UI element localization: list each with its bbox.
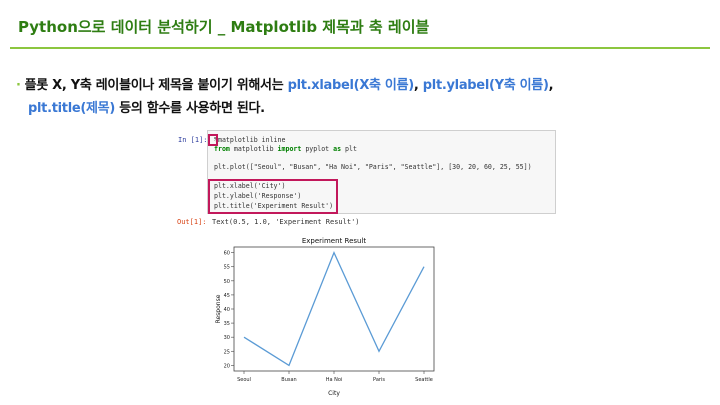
y-axis-label: Response (215, 294, 222, 323)
output-text: Text(0.5, 1.0, 'Experiment Result') (212, 218, 360, 226)
slide-title: Python으로 데이터 분석하기 _ Matplotlib 제목과 축 레이블 (18, 18, 430, 36)
y-tick-label: 60 (224, 251, 230, 257)
y-axis-ticks: 20 25 30 35 40 45 50 55 60 (224, 251, 234, 369)
bullet-line-1: · 플롯 X, Y축 레이블이나 제목을 붙이기 위해서는 plt.xlabel(… (16, 74, 554, 93)
x-tick-label: Paris (373, 377, 385, 383)
kw-import: import (277, 145, 302, 153)
ylabel-func-text: plt.ylabel(Y축 이름) (422, 78, 549, 93)
bullet-line-2: plt.title(제목) 등의 함수를 사용하면 된다. (28, 97, 265, 116)
plot-area (233, 246, 435, 372)
bullet-dot-icon: · (16, 78, 21, 93)
x-axis-label: City (328, 390, 340, 397)
magic-highlight (208, 134, 218, 146)
kw-as: as (333, 145, 342, 153)
y-tick-label: 45 (224, 293, 230, 299)
x-tick-label: Busan (281, 377, 296, 383)
code-line-import: from matplotlib import pyplot as plt (214, 145, 357, 153)
line-chart: Experiment Result 20 25 30 35 40 45 50 55 60 Seo… (215, 237, 435, 397)
bullet-comma: , (413, 78, 423, 93)
module-name: matplotlib (229, 145, 278, 153)
in-prompt: In [1]: (178, 136, 208, 144)
label-code-highlight (208, 179, 338, 214)
y-tick-label: 30 (224, 335, 230, 341)
y-tick-label: 50 (224, 279, 230, 285)
y-tick-label: 20 (224, 363, 230, 369)
title-func-text: plt.title(제목) (28, 101, 115, 116)
submodule-name: pyplot (301, 145, 334, 153)
out-prompt: Out[1]: (177, 218, 207, 226)
code-line-magic: %matplotlib inline (214, 136, 286, 144)
chart-title: Experiment Result (302, 237, 367, 245)
y-tick-label: 40 (224, 307, 230, 313)
x-tick-label: Ha Noi (326, 377, 343, 383)
y-tick-label: 25 (224, 349, 230, 355)
y-tick-label: 55 (224, 265, 230, 271)
x-tick-label: Seattle (415, 377, 433, 383)
bullet-text-b: 등의 함수를 사용하면 된다. (114, 101, 265, 116)
slide-header: Python으로 데이터 분석하기 _ Matplotlib 제목과 축 레이블 (0, 0, 720, 56)
x-axis-ticks: Seoul Busan Ha Noi Paris Seattle (237, 371, 433, 383)
bullet-text-a: 플롯 X, Y축 레이블이나 제목을 붙이기 위해서는 (24, 78, 288, 93)
kw-from: from (214, 145, 230, 153)
x-tick-label: Seoul (237, 377, 251, 383)
alias-name: plt (341, 145, 357, 153)
xlabel-func-text: plt.xlabel(X축 이름) (287, 78, 415, 93)
y-tick-label: 35 (224, 321, 230, 327)
bullet-comma-2: , (548, 78, 554, 93)
title-divider (10, 47, 710, 49)
code-line-plot: plt.plot(["Seoul", "Busan", "Ha Noi", "P… (214, 163, 532, 171)
